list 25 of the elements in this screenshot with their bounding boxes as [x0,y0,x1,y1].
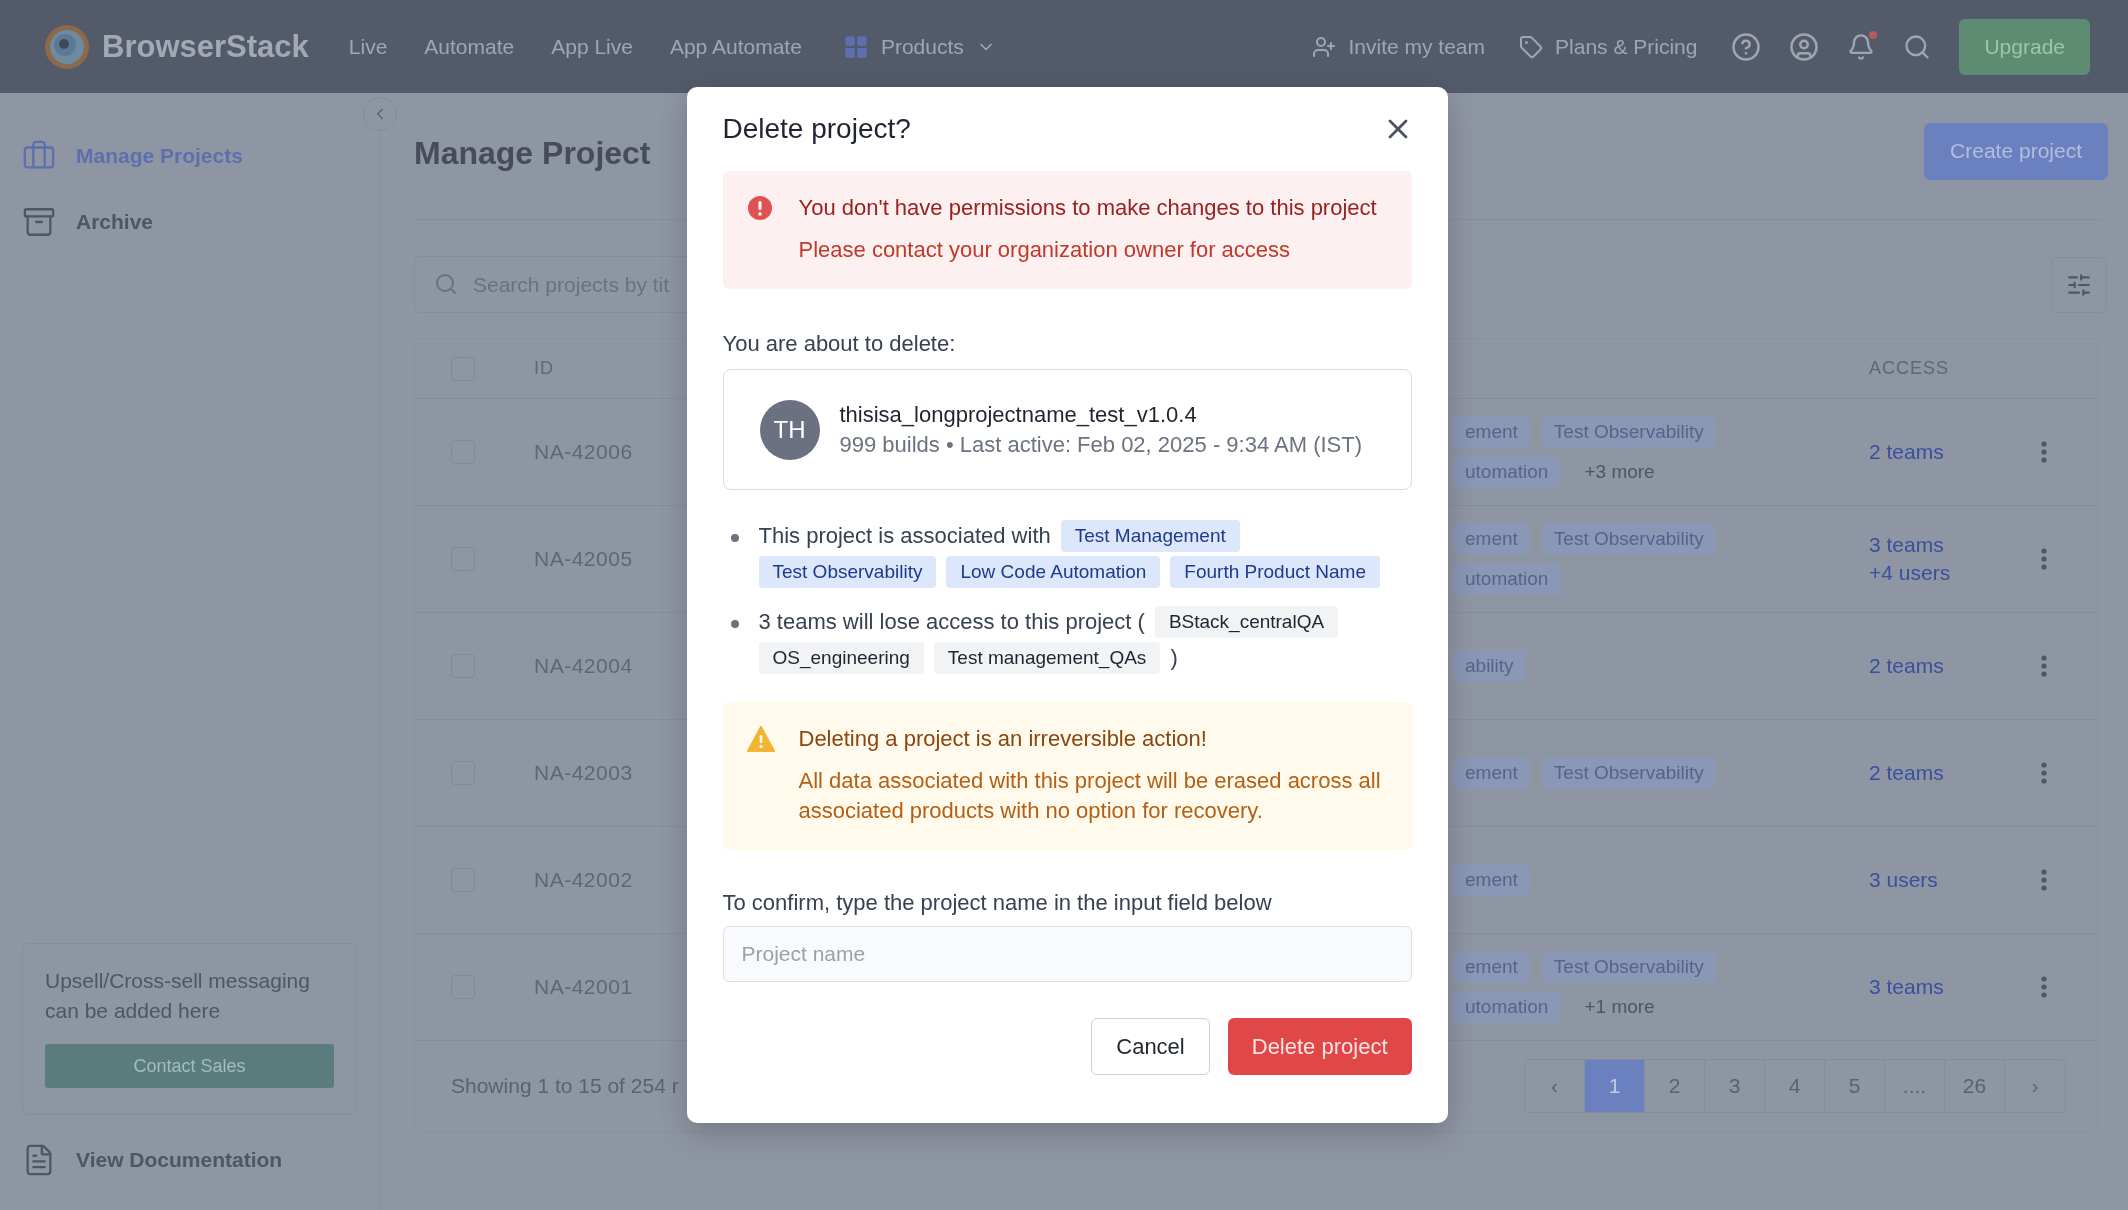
error-message: Please contact your organization owner for access [798,236,1292,264]
team-tag: OS_engineering [758,642,924,674]
closing-parenthesis: ) [1170,645,1178,671]
product-tag: Test Management [1060,520,1240,552]
upsell-text: Upsell/Cross-sell messaging can be added here [45,968,311,1024]
association-text: This project is associated with [758,523,1051,549]
team-tag: Test management_QAs [933,642,1161,674]
warning-title: Deleting a project is an irreversible action! [798,725,1208,753]
more-count: +3 more [1583,460,1656,484]
page-title: Manage Project [414,134,651,172]
error-title: You don't have permissions to make changes to this project [798,194,1378,222]
brand-name: BrowserStack [102,28,309,65]
confirm-label: To confirm, type the project name in the input field below [722,890,1273,916]
project-meta: 999 builds • Last active: Feb 02, 2025 - 9:34 AM (IST) [839,431,1363,458]
product-tag: Low Code Automation [946,556,1161,588]
warning-message: All data associated with this project will be erased across all associated products with no option for recovery. [798,767,1382,825]
project-name: thisisa_longprojectname_test_v1.0.4 [839,401,1198,428]
teams-text: 3 teams will lose access to this project ( [758,609,1145,635]
more-count: +1 more [1583,995,1656,1019]
product-tag: Test Observability [758,556,937,588]
product-tag: Fourth Product Name [1170,556,1380,588]
team-tag: BStack_centralQA [1154,606,1339,638]
dialog-title: Delete project? [722,113,911,145]
delete-intro: You are about to delete: [722,331,957,357]
project-avatar: TH [759,399,820,460]
